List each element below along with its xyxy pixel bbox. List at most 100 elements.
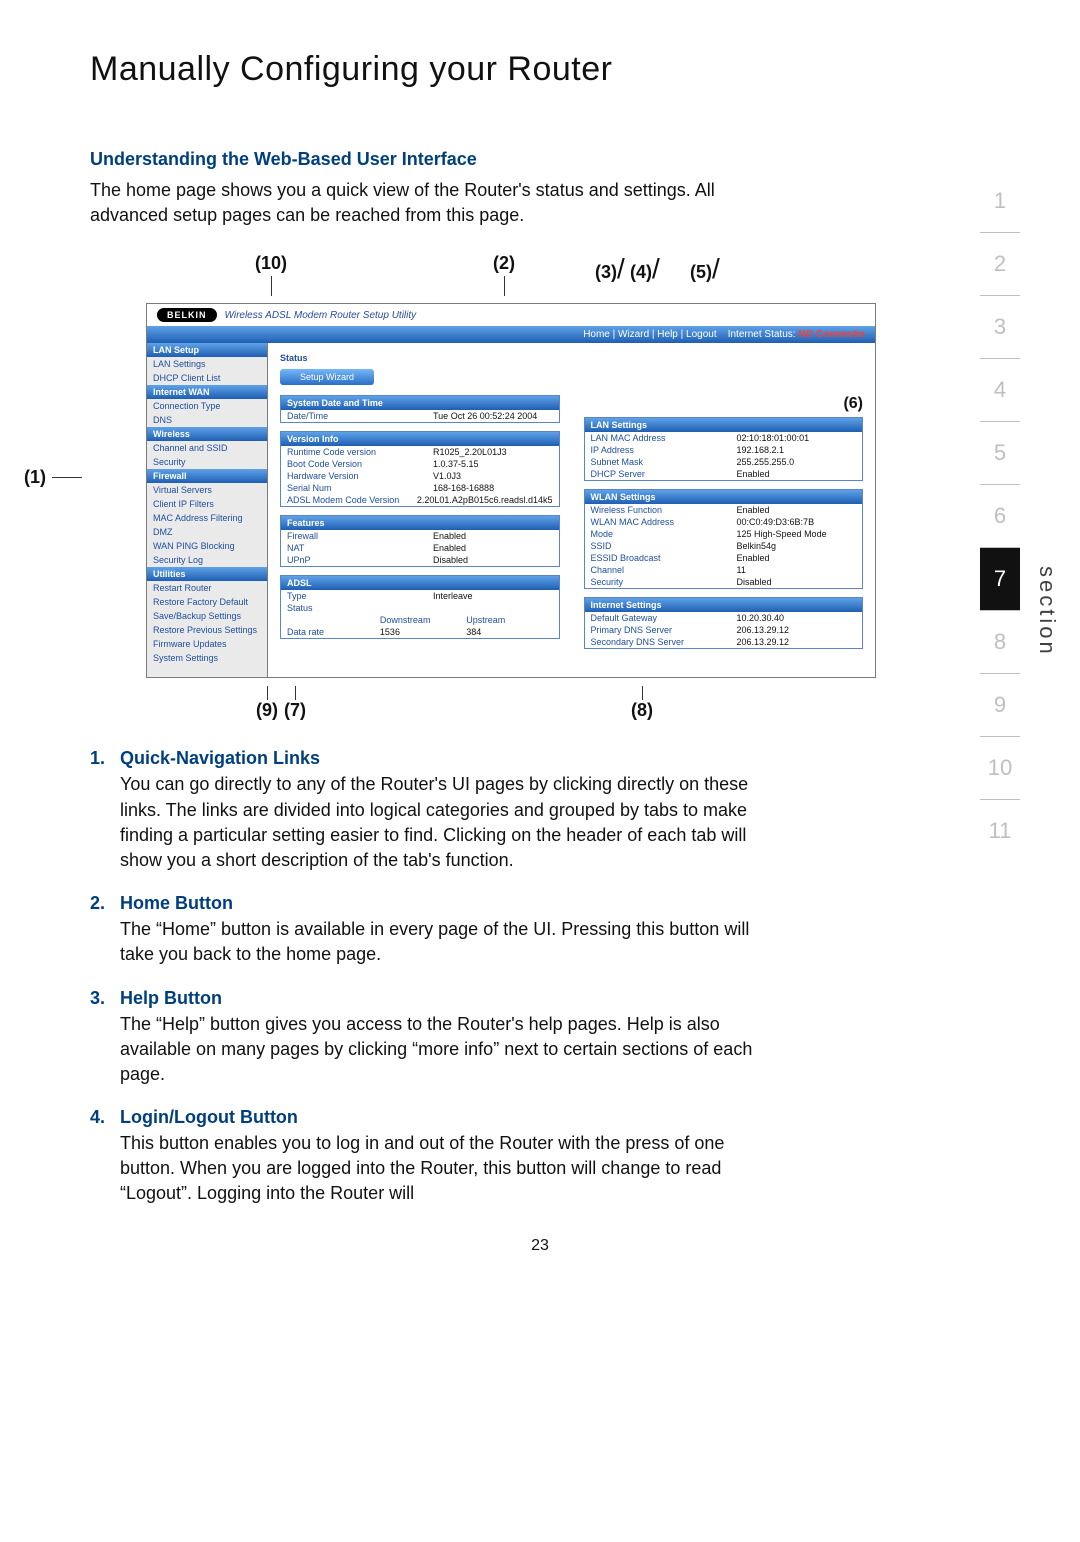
callout-5: (5) [690, 262, 712, 282]
table-row: Channel11 [585, 564, 863, 576]
section-tab-10[interactable]: 10 [980, 736, 1020, 799]
callout-1: (1) [24, 467, 82, 488]
table-row: ADSL Modem Code Version2.20L01.A2pB015c6… [281, 494, 559, 506]
status-right-column: (6) LAN Settings LAN MAC Address02:10:18… [584, 353, 864, 657]
table-row: IP Address192.168.2.1 [585, 444, 863, 456]
router-ui-screenshot: BELKIN Wireless ADSL Modem Router Setup … [146, 303, 876, 678]
section-tab-8[interactable]: 8 [980, 610, 1020, 673]
section-tab-4[interactable]: 4 [980, 358, 1020, 421]
callout-4: (4) [630, 262, 652, 282]
version-table: Version Info Runtime Code versionR1025_2… [280, 431, 560, 507]
sidebar-item[interactable]: Client IP Filters [147, 497, 267, 511]
features-table: Features FirewallEnabledNATEnabledUPnPDi… [280, 515, 560, 567]
table-row: Serial Num168-168-16888 [281, 482, 559, 494]
sidebar-item[interactable]: Restore Previous Settings [147, 623, 267, 637]
sidebar-item[interactable]: Firmware Updates [147, 637, 267, 651]
status-left-column: Status Setup Wizard System Date and Time… [280, 353, 560, 657]
table-row: Runtime Code versionR1025_2.20L01J3 [281, 446, 559, 458]
table-row: Date/TimeTue Oct 26 00:52:24 2004 [281, 410, 559, 422]
sidebar-item[interactable]: System Settings [147, 651, 267, 665]
sidebar-item[interactable]: DMZ [147, 525, 267, 539]
setup-wizard-button[interactable]: Setup Wizard [280, 369, 374, 385]
sidebar-item[interactable]: Restart Router [147, 581, 267, 595]
table-row: FirewallEnabled [281, 530, 559, 542]
callout-9: (9) [256, 700, 278, 720]
section-tab-11[interactable]: 11 [980, 799, 1020, 862]
wlan-table: WLAN Settings Wireless FunctionEnabledWL… [584, 489, 864, 589]
section-nav: 1234567891011 [980, 170, 1020, 862]
sidebar-item[interactable]: DHCP Client List [147, 371, 267, 385]
sidebar-item[interactable]: Restore Factory Default [147, 595, 267, 609]
list-item: 2.Home ButtonThe “Home” button is availa… [90, 893, 990, 967]
top-nav: Home | Wizard | Help | Logout Internet S… [147, 326, 875, 343]
list-item: 3.Help ButtonThe “Help” button gives you… [90, 988, 990, 1088]
callouts-bottom: (9) (7) (8) [146, 678, 880, 728]
table-row: SSIDBelkin54g [585, 540, 863, 552]
lan-table: LAN Settings LAN MAC Address02:10:18:01:… [584, 417, 864, 481]
table-row: Mode125 High-Speed Mode [585, 528, 863, 540]
table-row: UPnPDisabled [281, 554, 559, 566]
sidebar-head[interactable]: Internet WAN [147, 385, 267, 399]
page-number: 23 [90, 1237, 990, 1255]
internet-status-label: Internet Status: [728, 329, 796, 340]
sidebar-item[interactable]: DNS [147, 413, 267, 427]
section-tab-2[interactable]: 2 [980, 232, 1020, 295]
internet-status-value: NO Connectio [798, 329, 865, 340]
sidebar-item[interactable]: Connection Type [147, 399, 267, 413]
callouts-top: (10) (2) (3)/ (4)/ (5)/ [90, 253, 880, 303]
section-tab-6[interactable]: 6 [980, 484, 1020, 547]
app-title: Wireless ADSL Modem Router Setup Utility [225, 310, 417, 321]
sidebar-head[interactable]: Utilities [147, 567, 267, 581]
table-row: Subnet Mask255.255.255.0 [585, 456, 863, 468]
table-row: SecurityDisabled [585, 576, 863, 588]
section-tab-1[interactable]: 1 [980, 170, 1020, 232]
adsl-table: ADSL TypeInterleaveStatusDownstreamUpstr… [280, 575, 560, 639]
sidebar-item[interactable]: WAN PING Blocking [147, 539, 267, 553]
sidebar-item[interactable]: Channel and SSID [147, 441, 267, 455]
sidebar-item[interactable]: LAN Settings [147, 357, 267, 371]
features-table-head: Features [281, 516, 559, 530]
sidebar-head[interactable]: Firewall [147, 469, 267, 483]
list-item: 1.Quick-Navigation LinksYou can go direc… [90, 748, 990, 873]
callout-10: (10) [255, 253, 287, 273]
intro-paragraph: The home page shows you a quick view of … [90, 178, 780, 228]
section-tab-5[interactable]: 5 [980, 421, 1020, 484]
callout-3: (3) [595, 262, 617, 282]
table-row: Wireless FunctionEnabled [585, 504, 863, 516]
section-tab-7[interactable]: 7 [980, 547, 1020, 610]
page-title: Manually Configuring your Router [90, 50, 990, 89]
section-tab-3[interactable]: 3 [980, 295, 1020, 358]
table-row: WLAN MAC Address00:C0:49:D3:6B:7B [585, 516, 863, 528]
numbered-list: 1.Quick-Navigation LinksYou can go direc… [90, 748, 990, 1206]
callout-8: (8) [631, 700, 653, 720]
wlan-table-head: WLAN Settings [585, 490, 863, 504]
topnav-links[interactable]: Home | Wizard | Help | Logout [583, 329, 716, 340]
table-row: Default Gateway10.20.30.40 [585, 612, 863, 624]
system-table-head: System Date and Time [281, 396, 559, 410]
figure: (10) (2) (3)/ (4)/ (5)/ (1) BELKIN Wirel… [90, 253, 880, 728]
sidebar-item[interactable]: Security [147, 455, 267, 469]
table-row: NATEnabled [281, 542, 559, 554]
section-tab-9[interactable]: 9 [980, 673, 1020, 736]
sidebar-head[interactable]: Wireless [147, 427, 267, 441]
table-row: Boot Code Version1.0.37-5.15 [281, 458, 559, 470]
section-label: section [1034, 566, 1060, 657]
internet-table: Internet Settings Default Gateway10.20.3… [584, 597, 864, 649]
callout-2: (2) [493, 253, 515, 273]
internet-table-head: Internet Settings [585, 598, 863, 612]
status-label: Status [280, 353, 560, 363]
sidebar-item[interactable]: Security Log [147, 553, 267, 567]
sidebar: LAN SetupLAN SettingsDHCP Client ListInt… [147, 343, 268, 677]
table-row: Secondary DNS Server206.13.29.12 [585, 636, 863, 648]
sidebar-item[interactable]: Virtual Servers [147, 483, 267, 497]
version-table-head: Version Info [281, 432, 559, 446]
sidebar-item[interactable]: MAC Address Filtering [147, 511, 267, 525]
system-table: System Date and Time Date/TimeTue Oct 26… [280, 395, 560, 423]
table-row: ESSID BroadcastEnabled [585, 552, 863, 564]
sidebar-head[interactable]: LAN Setup [147, 343, 267, 357]
table-row: DHCP ServerEnabled [585, 468, 863, 480]
table-row: LAN MAC Address02:10:18:01:00:01 [585, 432, 863, 444]
callout-7: (7) [284, 700, 306, 720]
lan-table-head: LAN Settings [585, 418, 863, 432]
sidebar-item[interactable]: Save/Backup Settings [147, 609, 267, 623]
